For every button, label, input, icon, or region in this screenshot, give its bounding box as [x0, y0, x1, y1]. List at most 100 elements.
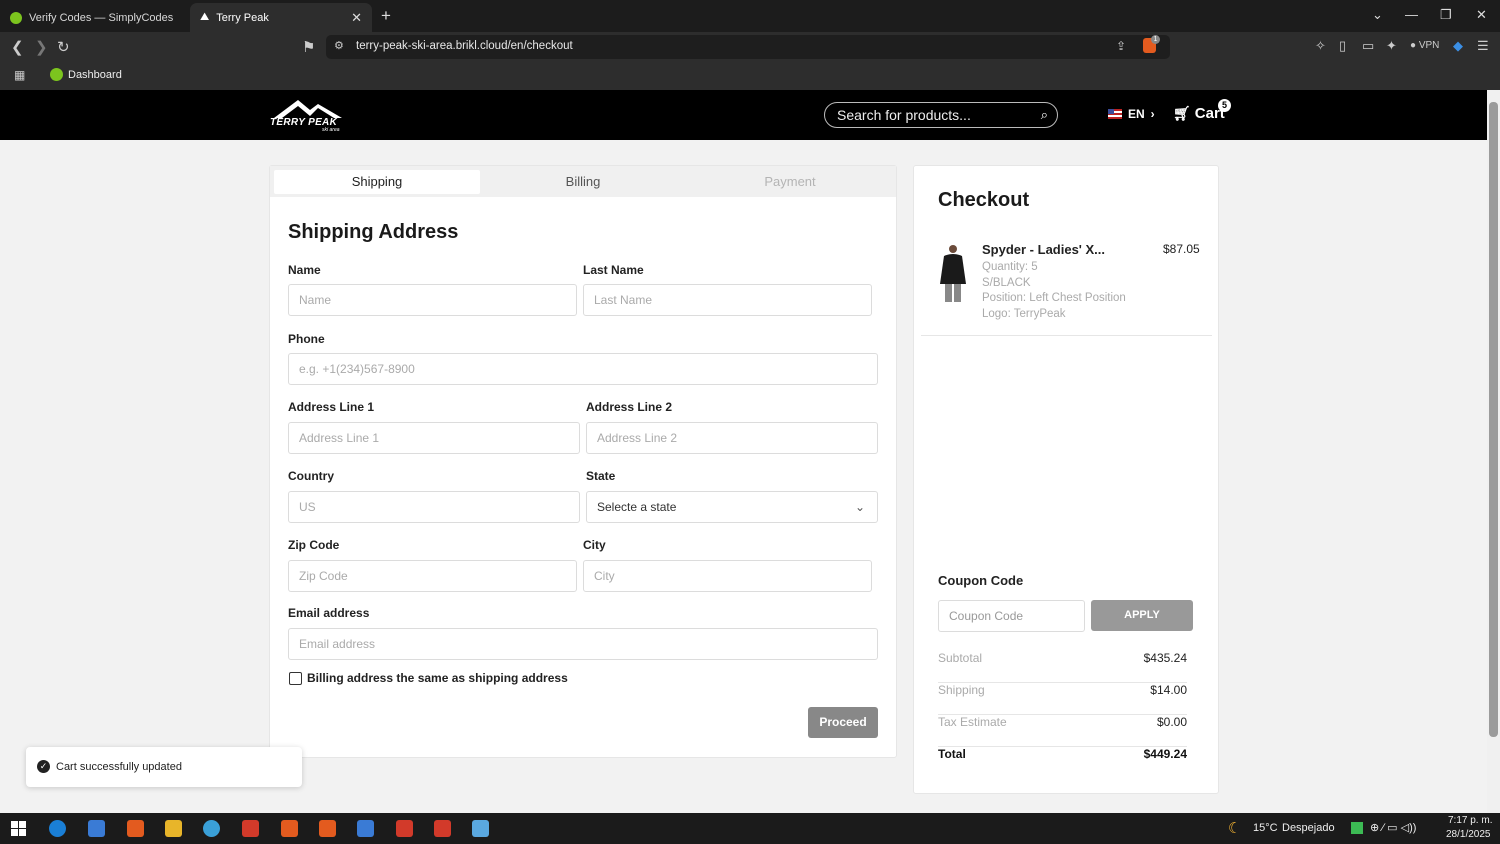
tax-label: Tax Estimate	[938, 715, 1007, 729]
forward-button[interactable]: ❯	[35, 38, 48, 56]
chevron-down-icon: ⌄	[854, 500, 865, 514]
city-input[interactable]: City	[583, 560, 872, 592]
site-header: TERRY PEAK ski area Search for products.…	[0, 90, 1487, 140]
weather-desc[interactable]: Despejado	[1282, 822, 1335, 834]
site-settings-icon[interactable]: ⚙	[334, 39, 344, 52]
proceed-button[interactable]: Proceed	[808, 707, 878, 738]
brave-icon[interactable]	[127, 820, 144, 837]
zip-input[interactable]: Zip Code	[288, 560, 577, 592]
divider	[921, 335, 1212, 336]
windows-start-icon[interactable]	[11, 821, 26, 836]
tab-simplycodes[interactable]: Verify Codes — SimplyCodes	[0, 3, 188, 32]
file-explorer-icon[interactable]	[165, 820, 182, 837]
tray-icons[interactable]: ⊕ ∕ ▭ ◁))	[1370, 821, 1416, 834]
total-label: Total	[938, 747, 966, 761]
shipping-value: $14.00	[1150, 683, 1187, 697]
bookmark-dashboard[interactable]: Dashboard	[50, 68, 122, 81]
app-icon-5[interactable]	[434, 820, 451, 837]
product-quantity: Quantity: 5	[982, 261, 1038, 273]
weather-temp[interactable]: 15°C	[1253, 822, 1278, 834]
phone-label: Phone	[288, 332, 325, 346]
address2-input[interactable]: Address Line 2	[586, 422, 878, 454]
tab-shipping[interactable]: Shipping	[274, 170, 480, 194]
last-name-input[interactable]: Last Name	[583, 284, 872, 316]
sidebar-icon[interactable]: ▯	[1339, 38, 1346, 54]
close-window-button[interactable]: ✕	[1476, 7, 1487, 23]
search-placeholder: Search for products...	[837, 107, 971, 123]
menu-icon[interactable]: ☰	[1477, 38, 1489, 54]
apps-grid-icon[interactable]: ▦	[14, 68, 25, 82]
name-input[interactable]: Name	[288, 284, 577, 316]
toast-notification[interactable]: ✓ Cart successfully updated	[26, 747, 302, 787]
bookmark-icon[interactable]: ⚑	[302, 38, 315, 56]
name-label: Name	[288, 263, 321, 277]
address-bar[interactable]: ⚙ terry-peak-ski-area.brikl.cloud/en/che…	[326, 35, 1170, 59]
coupon-title: Coupon Code	[938, 573, 1024, 588]
clock-date[interactable]: 28/1/2025	[1446, 829, 1491, 840]
search-icon[interactable]: ⌕	[1041, 107, 1048, 123]
phone-input[interactable]: e.g. +1(234)567-8900	[288, 353, 878, 385]
tab-billing[interactable]: Billing	[480, 170, 686, 194]
vpn-button[interactable]: ● VPN	[1410, 40, 1439, 51]
tab-terry-peak[interactable]: ⛰ Terry Peak ✕	[190, 3, 372, 32]
brave-profile-icon-2[interactable]	[319, 820, 336, 837]
moon-weather-icon: ☾	[1228, 820, 1242, 837]
email-input[interactable]: Email address	[288, 628, 878, 660]
coupon-input[interactable]: Coupon Code	[938, 600, 1085, 632]
checkout-title: Checkout	[938, 189, 1030, 211]
language-selector[interactable]: EN ›	[1108, 107, 1155, 121]
app-icon-6[interactable]	[472, 820, 489, 837]
product-price: $87.05	[1163, 242, 1200, 256]
tab-title: Terry Peak	[216, 11, 269, 24]
windows-taskbar: ☾ 15°C Despejado ⊕ ∕ ▭ ◁)) 7:17 p. m. 28…	[0, 813, 1500, 844]
share-icon[interactable]: ⇪	[1116, 39, 1126, 53]
maximize-button[interactable]: ❐	[1440, 7, 1452, 23]
tray-app-icon[interactable]	[1351, 822, 1363, 834]
extensions-icon[interactable]: ✧	[1315, 38, 1326, 54]
dashboard-icon	[50, 68, 63, 81]
app-icon-2[interactable]	[242, 820, 259, 837]
edge-icon[interactable]	[49, 820, 66, 837]
back-button[interactable]: ❮	[11, 38, 24, 56]
same-billing-checkbox[interactable]	[289, 672, 302, 685]
clock-time[interactable]: 7:17 p. m.	[1448, 815, 1492, 826]
brave-profile-icon-1[interactable]	[281, 820, 298, 837]
scrollbar-thumb[interactable]	[1489, 102, 1498, 737]
reload-button[interactable]: ↻	[57, 38, 70, 56]
profile-icon[interactable]: ◆	[1453, 38, 1463, 54]
tab-list-icon[interactable]: ⌄	[1372, 7, 1383, 23]
apply-coupon-button[interactable]: APPLY	[1091, 600, 1193, 631]
page-scrollbar[interactable]	[1487, 90, 1500, 813]
product-position: Position: Left Chest Position	[982, 292, 1126, 304]
product-name[interactable]: Spyder - Ladies' X...	[982, 242, 1105, 257]
app-icon-4[interactable]	[396, 820, 413, 837]
total-value: $449.24	[1143, 747, 1187, 761]
simplycodes-icon	[10, 11, 22, 24]
minimize-button[interactable]: —	[1405, 7, 1418, 22]
leo-ai-icon[interactable]: ✦	[1386, 38, 1397, 54]
country-input[interactable]: US	[288, 491, 580, 523]
cart-button[interactable]: 🛒︎ Cart	[1173, 105, 1225, 122]
app-icon-1[interactable]	[203, 820, 220, 837]
last-name-label: Last Name	[583, 263, 644, 277]
app-icon-3[interactable]	[357, 820, 374, 837]
tab-title: Verify Codes — SimplyCodes	[29, 11, 174, 24]
close-tab-icon[interactable]: ✕	[351, 10, 362, 26]
language-label: EN	[1128, 107, 1145, 121]
wallet-icon[interactable]: ▭	[1362, 38, 1374, 54]
state-value: Selecte a state	[597, 500, 677, 514]
bookmarks-bar: ▦ Dashboard	[0, 62, 1500, 90]
shipping-row: Shipping $14.00	[938, 683, 1187, 715]
product-search-input[interactable]: Search for products... ⌕	[824, 102, 1058, 128]
shipping-form-card: Shipping Billing Payment Shipping Addres…	[269, 165, 897, 758]
store-icon[interactable]	[88, 820, 105, 837]
same-billing-label[interactable]: Billing address the same as shipping add…	[307, 671, 568, 685]
address1-input[interactable]: Address Line 1	[288, 422, 580, 454]
new-tab-button[interactable]: +	[381, 6, 391, 26]
tab-payment[interactable]: Payment	[687, 170, 893, 194]
product-image[interactable]	[938, 242, 968, 304]
state-select[interactable]: Selecte a state ⌄	[586, 491, 878, 523]
us-flag-icon	[1108, 109, 1122, 119]
total-row: Total $449.24	[938, 747, 1187, 779]
browser-nav-bar: ❮ ❯ ↻ ⚑ ⚙ terry-peak-ski-area.brikl.clou…	[0, 32, 1500, 62]
